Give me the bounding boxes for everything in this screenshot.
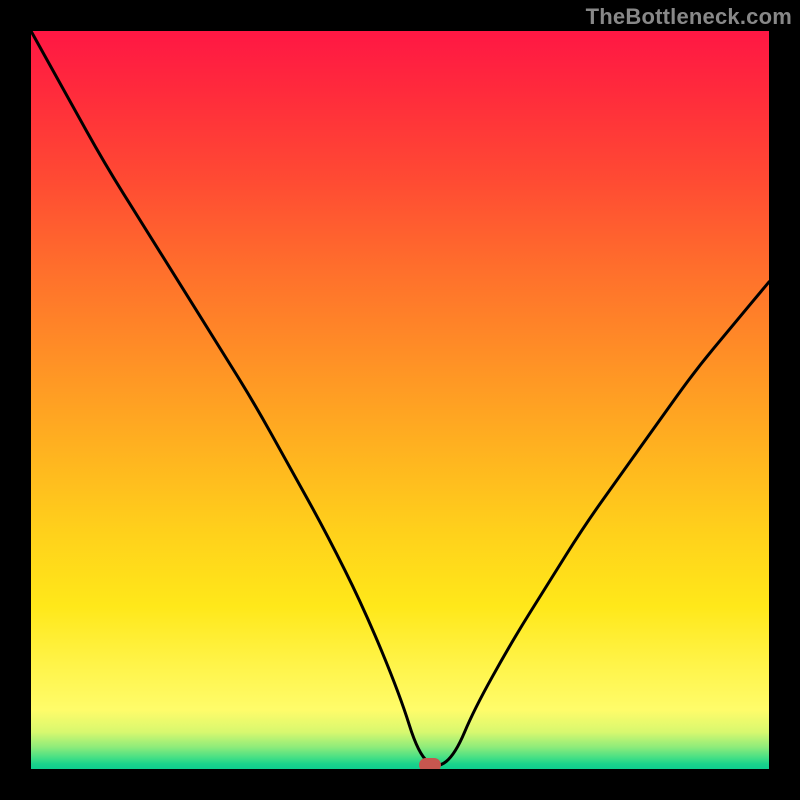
watermark-text: TheBottleneck.com	[586, 4, 792, 30]
chart-frame: TheBottleneck.com	[0, 0, 800, 800]
curve-path	[31, 31, 769, 765]
optimal-point-marker	[419, 758, 441, 769]
plot-area	[31, 31, 769, 769]
bottleneck-curve	[31, 31, 769, 769]
